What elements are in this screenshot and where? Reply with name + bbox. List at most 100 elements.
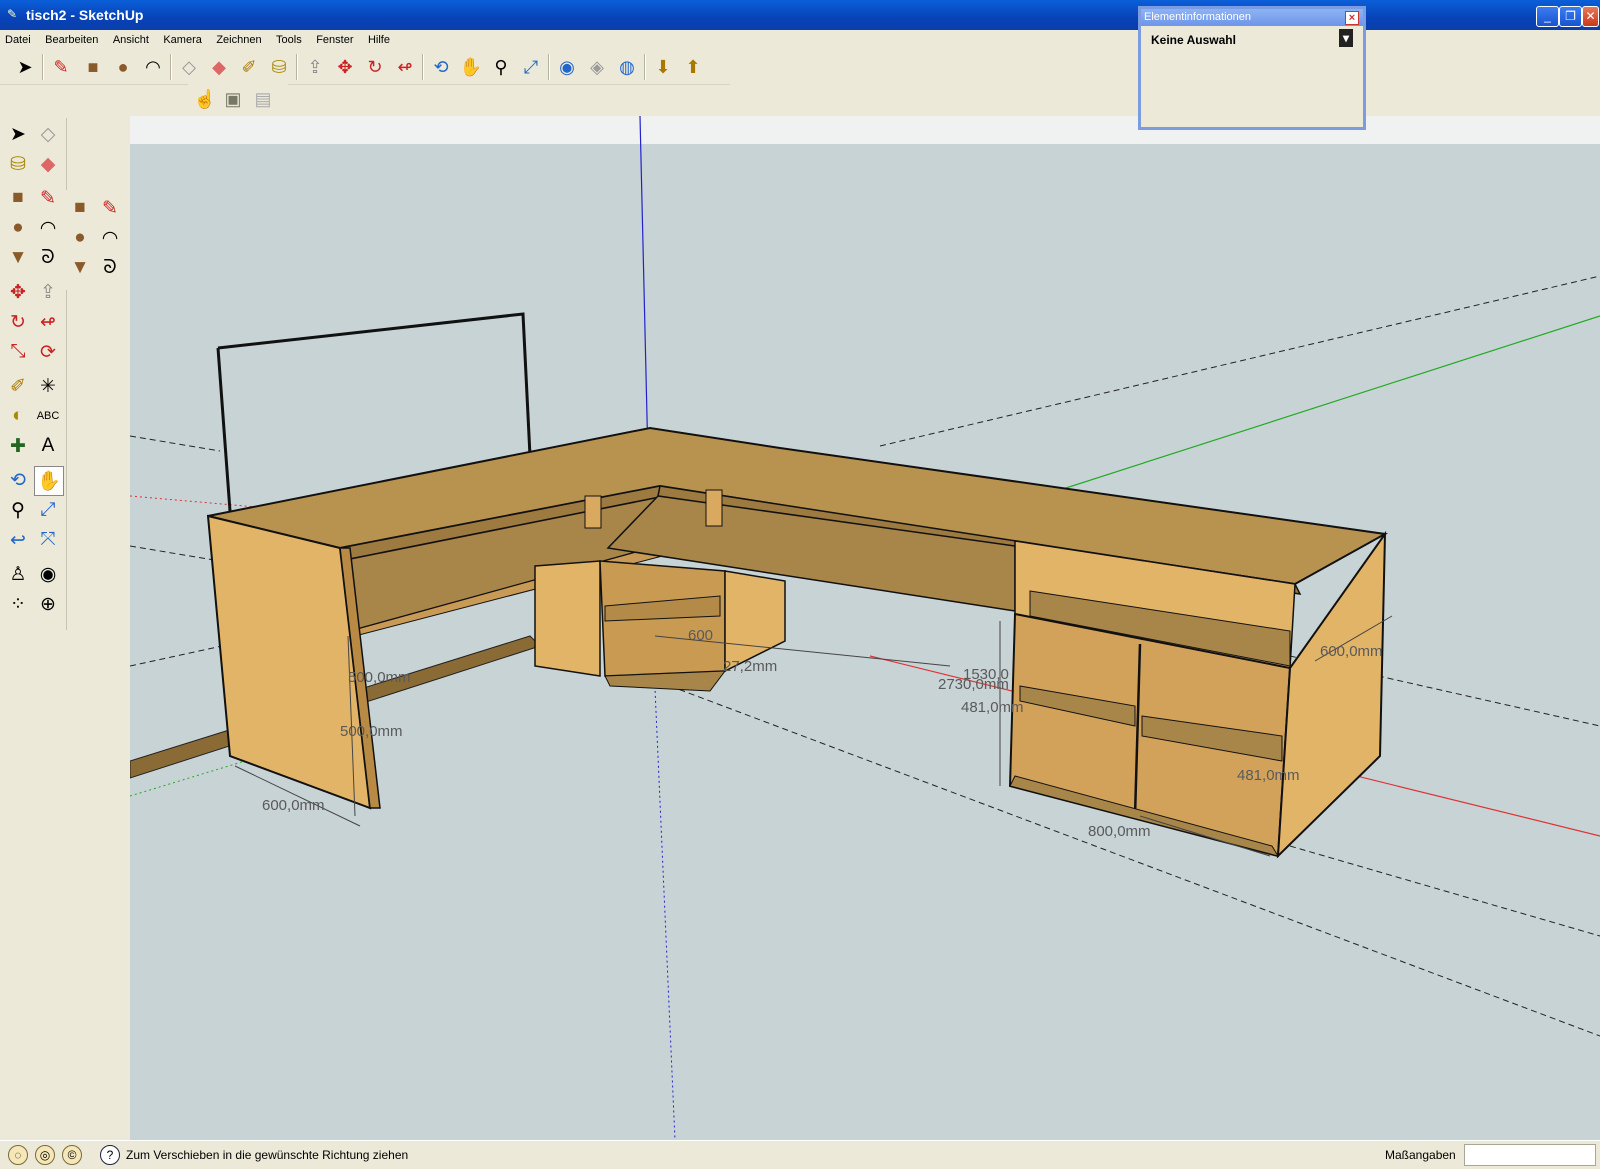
make-component-icon[interactable]: ◇ (176, 54, 202, 80)
menu-fenster[interactable]: Fenster (311, 31, 358, 46)
selection-label: Keine Auswahl (1151, 33, 1236, 47)
zoom-tool-icon[interactable]: ⚲ (488, 54, 514, 80)
support-peg (705, 489, 723, 527)
menu-ansicht[interactable]: Ansicht (108, 31, 154, 46)
eraser-tool-icon[interactable]: ◆ (206, 54, 232, 80)
paint-bucket-icon[interactable]: ⛁ (4, 150, 32, 178)
rotate-tool-icon[interactable]: ↻ (4, 308, 32, 336)
get-models-icon[interactable]: ◉ (554, 54, 580, 80)
walk-tool-icon[interactable]: ⁘ (4, 590, 32, 618)
drawing-tool-palette: ■ ✎ ● ◠ ▼ ᘐ (66, 190, 128, 290)
protractor-icon[interactable]: ◐ (4, 402, 32, 430)
dimension-label: 600 (688, 627, 713, 644)
offset-tool-icon[interactable]: ⟳ (34, 338, 62, 366)
select-tool-icon[interactable]: ➤ (12, 54, 38, 80)
tape-measure-icon[interactable]: ✐ (4, 372, 32, 400)
credits-icon[interactable]: ◎ (35, 1145, 55, 1165)
sky-band (130, 116, 1600, 144)
scale-tool-icon[interactable]: ⤡ (4, 338, 32, 366)
geo-location-icon[interactable]: ◌ (8, 1145, 28, 1165)
arc-tool-icon[interactable]: ◠ (96, 224, 124, 252)
menu-hilfe[interactable]: Hilfe (363, 31, 395, 46)
pan-tool-icon[interactable]: ✋ (34, 466, 64, 496)
google-earth-icon[interactable]: ◍ (614, 54, 640, 80)
pencil-tool-icon[interactable]: ✎ (48, 54, 74, 80)
rectangle-tool-icon[interactable]: ■ (80, 54, 106, 80)
close-icon[interactable]: × (1345, 11, 1359, 25)
3d-viewport[interactable]: 600,0mm 500,0mm 500,0mm 27,2mm 1530,0 27… (130, 116, 1600, 1140)
center-cabinet-side (724, 570, 786, 673)
dimension-label: 2730,0mm (938, 676, 1009, 693)
make-component-icon[interactable]: ◇ (34, 120, 62, 148)
rotate-tool-icon[interactable]: ↻ (362, 54, 388, 80)
polygon-tool-icon[interactable]: ▼ (66, 254, 94, 282)
menu-tools[interactable]: Tools (271, 31, 307, 46)
zoom-extents-icon[interactable]: ⤢ (518, 54, 544, 80)
freehand-tool-icon[interactable]: ᘐ (96, 254, 124, 282)
push-pull-icon[interactable]: ⇪ (302, 54, 328, 80)
menu-zeichnen[interactable]: Zeichnen (211, 31, 266, 46)
rectangle-tool-icon[interactable]: ■ (4, 184, 32, 212)
sketchup-app-icon: ✎ (7, 7, 18, 21)
walk-hand-icon[interactable]: ☝ (192, 86, 218, 112)
help-icon[interactable]: ? (100, 1145, 120, 1165)
select-tool-icon[interactable]: ➤ (4, 120, 32, 148)
share-model-icon[interactable]: ◈ (584, 54, 610, 80)
follow-me-icon[interactable]: ↫ (34, 308, 62, 336)
share-component-icon[interactable]: ⬆ (680, 54, 706, 80)
paint-bucket-icon[interactable]: ⛁ (266, 54, 292, 80)
circle-tool-icon[interactable]: ● (66, 224, 94, 252)
move-tool-icon[interactable]: ✥ (332, 54, 358, 80)
entity-info-header[interactable]: Elementinformationen × (1141, 9, 1363, 26)
3d-text-icon[interactable]: A (34, 432, 62, 460)
zoom-window-icon[interactable]: ⤢ (34, 496, 62, 524)
dimension-tool-icon[interactable]: ✳ (34, 372, 62, 400)
close-button[interactable]: ✕ (1582, 6, 1599, 27)
section-plane-icon[interactable]: ⊕ (34, 590, 62, 618)
instructor-icon[interactable]: © (62, 1145, 82, 1165)
circle-tool-icon[interactable]: ● (4, 214, 32, 242)
toolbar-separator (422, 54, 424, 80)
menu-datei[interactable]: Datei (0, 31, 36, 46)
follow-me-icon[interactable]: ↫ (392, 54, 418, 80)
move-tool-icon[interactable]: ✥ (4, 278, 32, 306)
look-around-icon[interactable]: ◉ (34, 560, 62, 588)
text-tool-icon[interactable]: ABC (34, 402, 62, 430)
tape-measure-icon[interactable]: ✐ (236, 54, 262, 80)
arc-tool-icon[interactable]: ◠ (34, 214, 62, 242)
toolbar-separator (170, 54, 172, 80)
maximize-button[interactable]: ❐ (1559, 6, 1582, 27)
entity-info-panel: Elementinformationen × Keine Auswahl ▾ (1138, 6, 1366, 130)
section-display-icon[interactable]: ▤ (250, 86, 276, 112)
previous-view-icon[interactable]: ↩ (4, 526, 32, 554)
green-axis (1009, 315, 1600, 507)
secondary-toolbar: ☝ ▣ ▤ (188, 84, 288, 114)
position-camera-icon[interactable]: ♙ (4, 560, 32, 588)
circle-tool-icon[interactable]: ● (110, 54, 136, 80)
zoom-extents-icon[interactable]: ⤧ (34, 526, 62, 554)
expand-icon[interactable]: ▾ (1339, 29, 1353, 47)
pencil-tool-icon[interactable]: ✎ (96, 194, 124, 222)
push-pull-icon[interactable]: ⇪ (34, 278, 62, 306)
orbit-tool-icon[interactable]: ⟲ (428, 54, 454, 80)
get-components-icon[interactable]: ⬇ (650, 54, 676, 80)
pencil-tool-icon[interactable]: ✎ (34, 184, 62, 212)
polygon-tool-icon[interactable]: ▼ (4, 244, 32, 272)
dimension-label: 500,0mm (348, 669, 411, 686)
orbit-tool-icon[interactable]: ⟲ (4, 466, 32, 494)
arc-tool-icon[interactable]: ◠ (140, 54, 166, 80)
toolbar-separator (296, 54, 298, 80)
measurements-input[interactable] (1464, 1144, 1596, 1166)
section-plane-icon[interactable]: ▣ (220, 86, 246, 112)
axes-tool-icon[interactable]: ✚ (4, 432, 32, 460)
menu-bearbeiten[interactable]: Bearbeiten (40, 31, 103, 46)
rectangle-tool-icon[interactable]: ■ (66, 194, 94, 222)
freehand-tool-icon[interactable]: ᘐ (34, 244, 62, 272)
dimension-label: 600,0mm (262, 797, 325, 814)
menu-kamera[interactable]: Kamera (158, 31, 207, 46)
minimize-button[interactable]: _ (1536, 6, 1559, 27)
eraser-tool-icon[interactable]: ◆ (34, 150, 62, 178)
pan-tool-icon[interactable]: ✋ (458, 54, 484, 80)
zoom-tool-icon[interactable]: ⚲ (4, 496, 32, 524)
dimension-label: 481,0mm (961, 699, 1024, 716)
